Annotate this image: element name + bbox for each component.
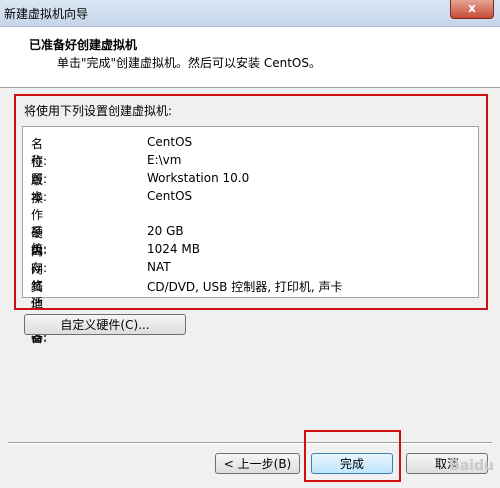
summary-value: E:\vm (147, 153, 182, 167)
summary-value: 20 GB (147, 224, 184, 238)
page-subtitle: 单击"完成"创建虚拟机。然后可以安装 CentOS。 (57, 56, 321, 70)
summary-label: 将使用下列设置创建虚拟机: (24, 104, 173, 118)
summary-value: CD/DVD, USB 控制器, 打印机, 声卡 (147, 280, 343, 294)
finish-button[interactable]: 完成 (311, 453, 393, 474)
footer-divider (8, 442, 492, 444)
title-bar: 新建虚拟机向导 x (0, 0, 500, 27)
settings-summary-panel: 名称: CentOS 位置: E:\vm 版本: Workstation 10.… (22, 126, 479, 345)
customize-hardware-button[interactable]: 自定义硬件(C)... (24, 314, 186, 335)
summary-value: Workstation 10.0 (147, 171, 250, 185)
back-button[interactable]: < 上一步(B) (215, 453, 300, 474)
summary-value: 1024 MB (147, 242, 200, 256)
close-icon: x (468, 1, 476, 15)
close-button[interactable]: x (450, 0, 494, 19)
window-title: 新建虚拟机向导 (4, 7, 89, 21)
summary-value: CentOS (147, 189, 193, 203)
watermark: Baidu (449, 458, 494, 474)
summary-value: CentOS (147, 135, 193, 149)
wizard-body: 将使用下列设置创建虚拟机: 名称: CentOS 位置: E:\vm 版本: W… (0, 88, 500, 488)
summary-value: NAT (147, 260, 171, 274)
wizard-header: 已准备好创建虚拟机 单击"完成"创建虚拟机。然后可以安装 CentOS。 (0, 27, 500, 88)
page-title: 已准备好创建虚拟机 (29, 38, 138, 52)
summary-key: 其他设备: (31, 280, 48, 345)
